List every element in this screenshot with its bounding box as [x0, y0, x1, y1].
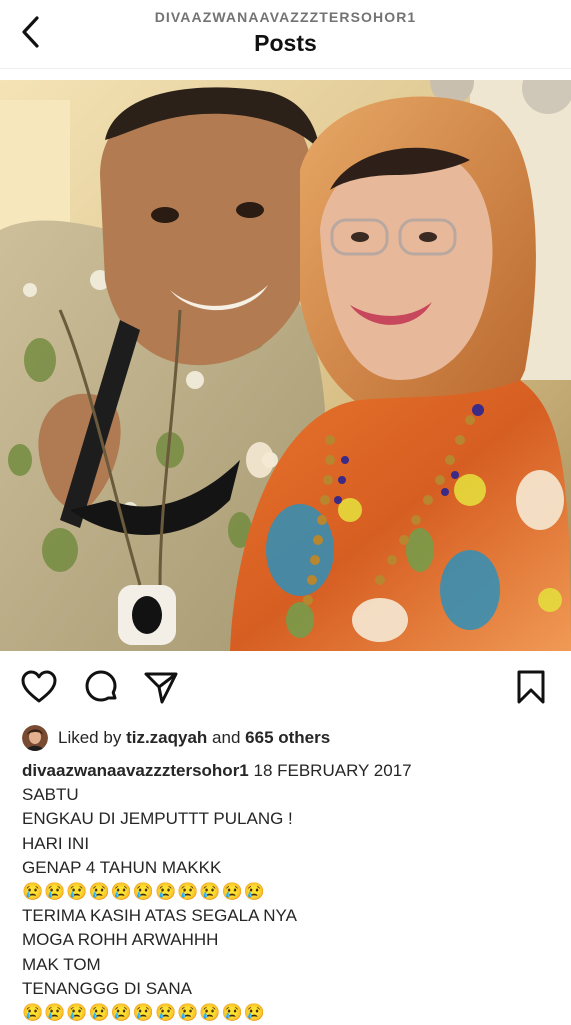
- post-caption: divaazwanaavazzztersohor1 18 FEBRUARY 20…: [22, 759, 562, 1025]
- bookmark-icon: [517, 670, 545, 704]
- caption-line: ENGKAU DI JEMPUTTT PULANG !: [22, 809, 293, 829]
- caption-line: TERIMA KASIH ATAS SEGALA NYA: [22, 906, 297, 926]
- comment-icon: [85, 670, 117, 702]
- comment-button[interactable]: [82, 668, 120, 706]
- liker-username[interactable]: tiz.zaqyah: [126, 728, 207, 748]
- save-button[interactable]: [512, 668, 550, 706]
- top-bar: DIVAAZWANAAVAZZZTERSOHOR1 Posts: [0, 0, 571, 69]
- likes-summary[interactable]: Liked by tiz.zaqyah and 665 others: [22, 724, 330, 752]
- post-actions: [0, 660, 571, 714]
- caption-line: TENANGGG DI SANA: [22, 978, 193, 998]
- caption-line: HARI INI: [22, 833, 90, 853]
- caption-line: MAK TOM: [22, 954, 101, 974]
- share-button[interactable]: [142, 668, 180, 706]
- heart-icon: [21, 670, 57, 703]
- crying-emoji-row: 😢😢😢😢😢😢😢😢😢😢😢: [22, 882, 266, 902]
- crying-emoji-row: 😢😢😢😢😢😢😢😢😢😢😢: [22, 1003, 266, 1023]
- send-icon: [144, 672, 178, 704]
- liker-avatar[interactable]: [22, 725, 48, 751]
- caption-username[interactable]: divaazwanaavazzztersohor1: [22, 761, 249, 780]
- page-title: Posts: [254, 30, 317, 56]
- caption-line: GENAP 4 TAHUN MAKKK: [22, 857, 222, 877]
- post-photo[interactable]: [0, 80, 571, 651]
- caption-line: 18 FEBRUARY 2017: [248, 761, 412, 780]
- caption-line: MOGA ROHH ARWAHHH: [22, 930, 219, 950]
- likes-middle: and: [212, 728, 241, 747]
- header-username[interactable]: DIVAAZWANAAVAZZZTERSOHOR1: [0, 9, 571, 25]
- likes-prefix: Liked by: [58, 728, 122, 747]
- likes-others[interactable]: 665 others: [245, 728, 330, 748]
- like-button[interactable]: [20, 668, 58, 706]
- caption-line: SABTU: [22, 785, 79, 805]
